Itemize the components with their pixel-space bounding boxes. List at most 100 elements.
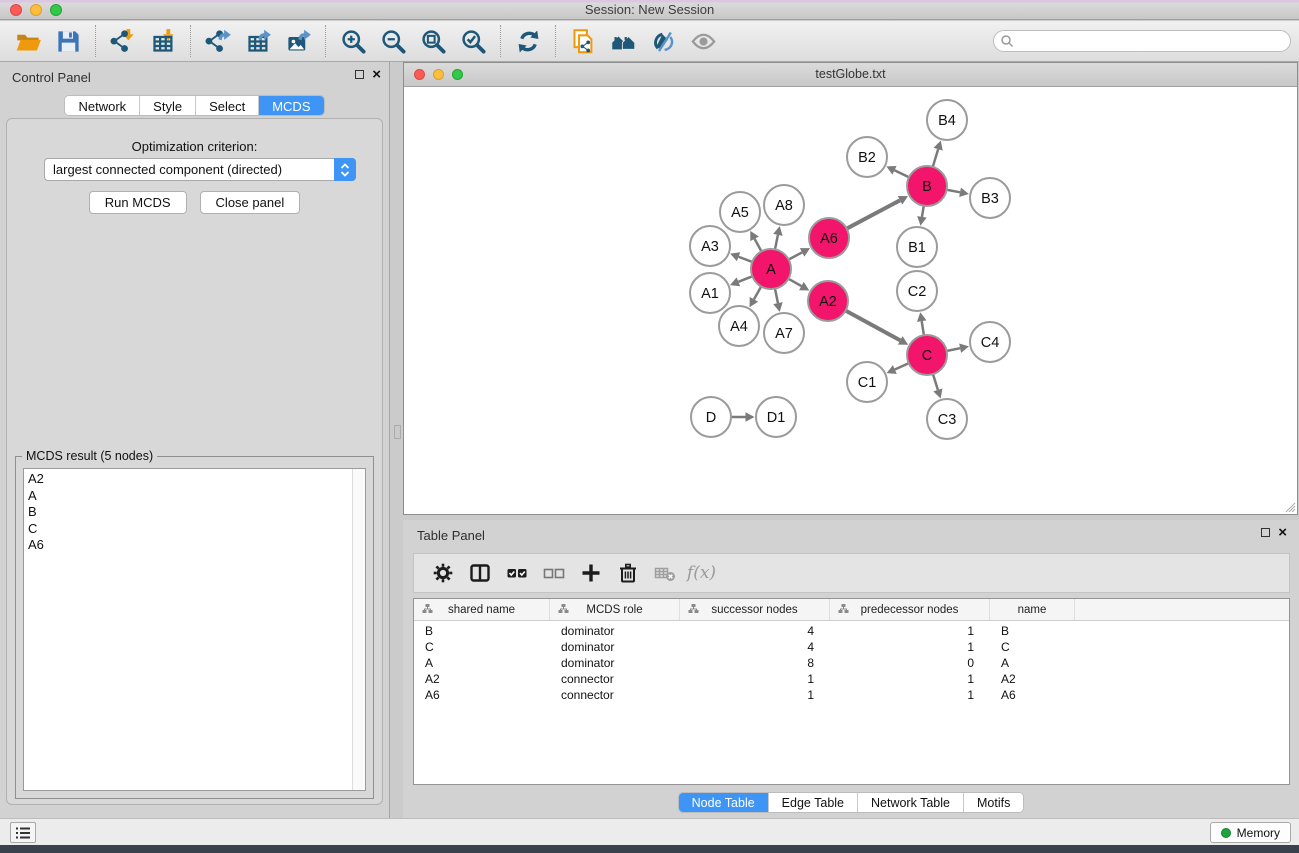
toolbar-separator <box>190 25 191 57</box>
table-panel-title: Table Panel <box>417 528 485 543</box>
column-header-successor-nodes[interactable]: successor nodes <box>680 599 830 620</box>
refresh-icon[interactable] <box>508 23 548 59</box>
node-C3[interactable]: C3 <box>927 399 967 439</box>
export-table-icon[interactable] <box>238 23 278 59</box>
close-table-panel-icon[interactable]: × <box>1278 527 1287 538</box>
table-row[interactable]: Adominator80A <box>414 656 1289 672</box>
node-C4[interactable]: C4 <box>970 322 1010 362</box>
zoom-in-icon[interactable] <box>333 23 373 59</box>
node-A6[interactable]: A6 <box>809 218 849 258</box>
show-all-columns-icon[interactable] <box>498 555 535 591</box>
node-A3[interactable]: A3 <box>690 226 730 266</box>
tab-motifs[interactable]: Motifs <box>963 793 1023 812</box>
mcds-panel: Optimization criterion: largest connecte… <box>6 118 383 805</box>
svg-text:A8: A8 <box>775 198 793 214</box>
node-C1[interactable]: C1 <box>847 362 887 402</box>
mcds-result-items: A2ABCA6 <box>24 469 365 554</box>
result-item[interactable]: A6 <box>24 537 365 554</box>
eye-icon[interactable] <box>683 23 723 59</box>
save-icon[interactable] <box>48 23 88 59</box>
toolbar-separator <box>500 25 501 57</box>
tab-network[interactable]: Network <box>65 96 139 115</box>
table-row[interactable]: Bdominator41B <box>414 624 1289 640</box>
chevron-up-down-icon <box>334 158 356 181</box>
tab-style[interactable]: Style <box>139 96 195 115</box>
home-icon[interactable] <box>603 23 643 59</box>
task-history-button[interactable] <box>10 822 36 843</box>
close-panel-button[interactable]: Close panel <box>200 191 301 214</box>
memory-button[interactable]: Memory <box>1210 822 1291 843</box>
column-header-name[interactable]: name <box>990 599 1075 620</box>
import-table-icon[interactable] <box>143 23 183 59</box>
panel-splitter-handle[interactable] <box>394 425 401 439</box>
node-C2[interactable]: C2 <box>897 271 937 311</box>
node-B2[interactable]: B2 <box>847 137 887 177</box>
run-mcds-button[interactable]: Run MCDS <box>89 191 187 214</box>
tab-network-table[interactable]: Network Table <box>857 793 963 812</box>
close-panel-icon[interactable]: × <box>372 69 381 80</box>
import-network-icon[interactable] <box>103 23 143 59</box>
tab-edge-table[interactable]: Edge Table <box>768 793 857 812</box>
tab-node-table[interactable]: Node Table <box>679 793 768 812</box>
network-canvas[interactable]: B4 B2 B B3 A8 A5 A6 A3 B1 A A1 C2 A2 A4A7 C4 C C1 C3 D D1 <box>404 87 1297 514</box>
column-header-shared-name[interactable]: shared name <box>414 599 550 620</box>
node-D1[interactable]: D1 <box>756 397 796 437</box>
export-image-icon[interactable] <box>278 23 318 59</box>
control-panel: Control Panel × NetworkStyleSelectMCDS O… <box>0 62 390 818</box>
table-row[interactable]: A6connector11A6 <box>414 688 1289 704</box>
zoom-fit-icon[interactable] <box>413 23 453 59</box>
node-A1[interactable]: A1 <box>690 273 730 313</box>
attribute-type-icon <box>688 604 699 614</box>
gear-icon[interactable] <box>424 555 461 591</box>
result-item[interactable]: C <box>24 521 365 538</box>
node-table[interactable]: shared nameMCDS rolesuccessor nodesprede… <box>413 598 1290 785</box>
node-A7[interactable]: A7 <box>764 313 804 353</box>
edge-A6-B[interactable] <box>845 200 900 229</box>
annotations-hidden-icon[interactable] <box>643 23 683 59</box>
node-B4[interactable]: B4 <box>927 100 967 140</box>
result-item[interactable]: A2 <box>24 471 365 488</box>
node-A2[interactable]: A2 <box>808 281 848 321</box>
hide-all-columns-icon[interactable] <box>535 555 572 591</box>
edge-A2-C[interactable] <box>844 310 900 341</box>
zoom-out-icon[interactable] <box>373 23 413 59</box>
export-network-icon[interactable] <box>198 23 238 59</box>
optimization-dropdown[interactable]: largest connected component (directed) <box>44 158 356 181</box>
result-item[interactable]: A <box>24 488 365 505</box>
svg-text:A2: A2 <box>819 294 837 310</box>
node-B1[interactable]: B1 <box>897 227 937 267</box>
split-columns-icon[interactable] <box>461 555 498 591</box>
node-A[interactable]: A <box>751 249 791 289</box>
tab-mcds[interactable]: MCDS <box>258 96 323 115</box>
tab-select[interactable]: Select <box>195 96 258 115</box>
svg-text:B2: B2 <box>858 150 876 166</box>
delete-column-icon[interactable] <box>609 555 646 591</box>
edge-B-B4[interactable] <box>932 149 938 169</box>
float-panel-icon[interactable] <box>355 70 364 79</box>
column-header-MCDS-role[interactable]: MCDS role <box>550 599 680 620</box>
column-header-predecessor-nodes[interactable]: predecessor nodes <box>830 599 990 620</box>
zoom-selected-icon[interactable] <box>453 23 493 59</box>
add-column-icon[interactable] <box>572 555 609 591</box>
node-A5[interactable]: A5 <box>720 192 760 232</box>
resize-grip-icon[interactable] <box>1282 499 1296 513</box>
table-row[interactable]: A2connector11A2 <box>414 672 1289 688</box>
result-scrollbar[interactable] <box>352 469 365 790</box>
network-graph[interactable]: B4 B2 B B3 A8 A5 A6 A3 B1 A A1 C2 A2 A4A7 C4 C C1 C3 D D1 <box>404 87 1297 514</box>
arrowhead-icon <box>959 343 969 352</box>
mcds-result-list[interactable]: A2ABCA6 <box>23 468 366 791</box>
node-A4[interactable]: A4 <box>719 306 759 346</box>
search-input[interactable] <box>993 30 1291 52</box>
new-session-from-network-icon[interactable] <box>563 23 603 59</box>
table-row[interactable]: Cdominator41C <box>414 640 1289 656</box>
dropdown-value: largest connected component (directed) <box>45 162 334 177</box>
node-D[interactable]: D <box>691 397 731 437</box>
node-C[interactable]: C <box>907 335 947 375</box>
result-item[interactable]: B <box>24 504 365 521</box>
svg-text:C1: C1 <box>858 375 877 391</box>
node-B3[interactable]: B3 <box>970 178 1010 218</box>
node-B[interactable]: B <box>907 166 947 206</box>
open-folder-icon[interactable] <box>8 23 48 59</box>
float-table-panel-icon[interactable] <box>1261 528 1270 537</box>
node-A8[interactable]: A8 <box>764 185 804 225</box>
